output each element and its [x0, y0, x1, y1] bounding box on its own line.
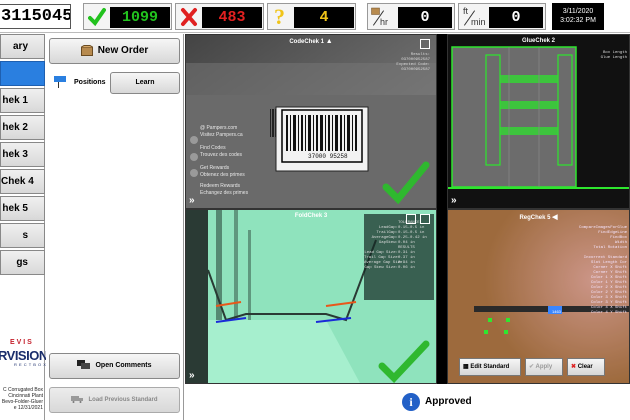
status-label: Approved	[425, 396, 472, 407]
question-icon: ?	[274, 4, 285, 29]
box-icon	[80, 44, 93, 56]
sidebar-item-summary[interactable]: ary	[0, 34, 45, 59]
sidebar-item-active[interactable]	[0, 61, 45, 86]
triangle-left-icon: ◀	[552, 214, 558, 221]
triangle-up-icon: ▲	[325, 38, 333, 45]
boxes-per-hour-box: hr 0	[367, 3, 455, 30]
codechek-camera[interactable]: @ Pampers.com Visitez Pampers.ca Find Co…	[185, 34, 437, 209]
barcode-digits: 37000 95258	[306, 153, 350, 160]
truck-icon	[71, 396, 84, 404]
box-print-text: @ Pampers.com Visitez Pampers.ca Find Co…	[200, 125, 249, 196]
sidebar-item-chek-3[interactable]: hek 3	[0, 142, 45, 167]
positions-toggle[interactable]: Positions	[54, 76, 114, 90]
edit-standard-button[interactable]: ▦ Edit Standard	[459, 358, 521, 376]
clear-button[interactable]: ✖ Clear	[567, 358, 605, 376]
sidebar-item-chek-5[interactable]: hek 5	[0, 196, 45, 221]
date-time: 3/11/2020 3:02:32 PM	[552, 3, 604, 30]
sidebar-item-chek-1[interactable]: hek 1	[0, 88, 45, 113]
open-comments-button[interactable]: Open Comments	[49, 353, 180, 379]
expand-arrows-icon[interactable]: »	[189, 195, 194, 206]
reject-count-box: 483	[175, 3, 264, 30]
settings-icon[interactable]	[406, 214, 416, 224]
good-count: 1099	[110, 7, 170, 28]
learn-button[interactable]: Learn	[110, 72, 180, 94]
camera-title: RegChek 5 ◀	[519, 214, 558, 221]
company-logo: E V I S RVISION R E C T B O X	[0, 339, 48, 367]
fullscreen-icon[interactable]	[420, 214, 430, 224]
sidebar: ary hek 1 hek 2 hek 3 Chek 4 hek 5 s gs …	[0, 34, 48, 420]
glue-readout: Box Length Glue Length	[600, 51, 627, 60]
gluechek-image	[448, 46, 629, 189]
sidebar-item-chek-4[interactable]: Chek 4	[0, 169, 45, 194]
rate-per-minute: 0	[489, 7, 543, 28]
gluechek-camera[interactable]: GlueChek 2 Box Length Glue Length »	[447, 34, 630, 209]
rate-per-hour: 0	[398, 7, 452, 28]
expand-arrows-icon[interactable]: »	[451, 195, 456, 206]
sidebar-item-chek-2[interactable]: hek 2	[0, 115, 45, 140]
comment-icon	[77, 360, 91, 370]
fullscreen-icon[interactable]	[420, 39, 430, 49]
order-number: 31150452	[0, 4, 71, 29]
sidebar-item-reports[interactable]: s	[0, 223, 45, 248]
x-icon	[181, 8, 197, 26]
camera-title: CodeChek 1 ▲	[289, 38, 333, 45]
good-count-box: 1099	[83, 3, 172, 30]
per-hour-unit: hr	[370, 6, 398, 29]
status-bar: i Approved	[185, 385, 630, 420]
load-previous-standard-button[interactable]: Load Previous Standard	[49, 387, 180, 413]
stats-bar: 31150452 1099 483 ? 4 hr 0	[0, 0, 630, 33]
clear-icon: ✖	[571, 364, 578, 370]
camera-title: GlueChek 2	[521, 38, 555, 44]
control-panel: New Order Positions Learn Open Comments …	[46, 34, 184, 420]
sidebar-item-settings[interactable]: gs	[0, 250, 45, 275]
plant-info: C Corrugated Box Cincinnati Plant Bevo-F…	[1, 387, 43, 411]
date: 3/11/2020	[562, 8, 594, 15]
box-icon	[371, 7, 380, 15]
camera-grid: @ Pampers.com Visitez Pampers.ca Find Co…	[185, 34, 630, 384]
foldchek-camera[interactable]: FoldChek 3 LeadGap: TrailGap: AverageGap…	[185, 209, 437, 384]
unknown-count: 4	[294, 7, 354, 28]
fold-readout-panel: LeadGap: TrailGap: AverageGap: GapSkew: …	[364, 214, 434, 300]
per-min-unit: ft min	[463, 6, 486, 27]
unknown-count-box: ? 4	[267, 3, 356, 30]
new-order-button[interactable]: New Order	[49, 38, 180, 64]
expand-arrows-icon[interactable]: »	[189, 370, 194, 381]
svg-text:1463: 1463	[552, 309, 562, 314]
check-icon	[88, 8, 106, 27]
feet-per-minute-box: ft min 0	[458, 3, 546, 30]
apply-button[interactable]: ✔ Apply	[525, 358, 563, 376]
flag-icon	[54, 76, 66, 82]
reject-count: 483	[202, 7, 262, 28]
info-icon: i	[402, 393, 420, 411]
reg-readout: CompareImagesForGlue FindEdgeLine FindBo…	[578, 226, 627, 315]
code-readout: Results: 037000952587 Expected Code: 037…	[396, 53, 430, 72]
time: 3:02:32 PM	[560, 17, 596, 24]
